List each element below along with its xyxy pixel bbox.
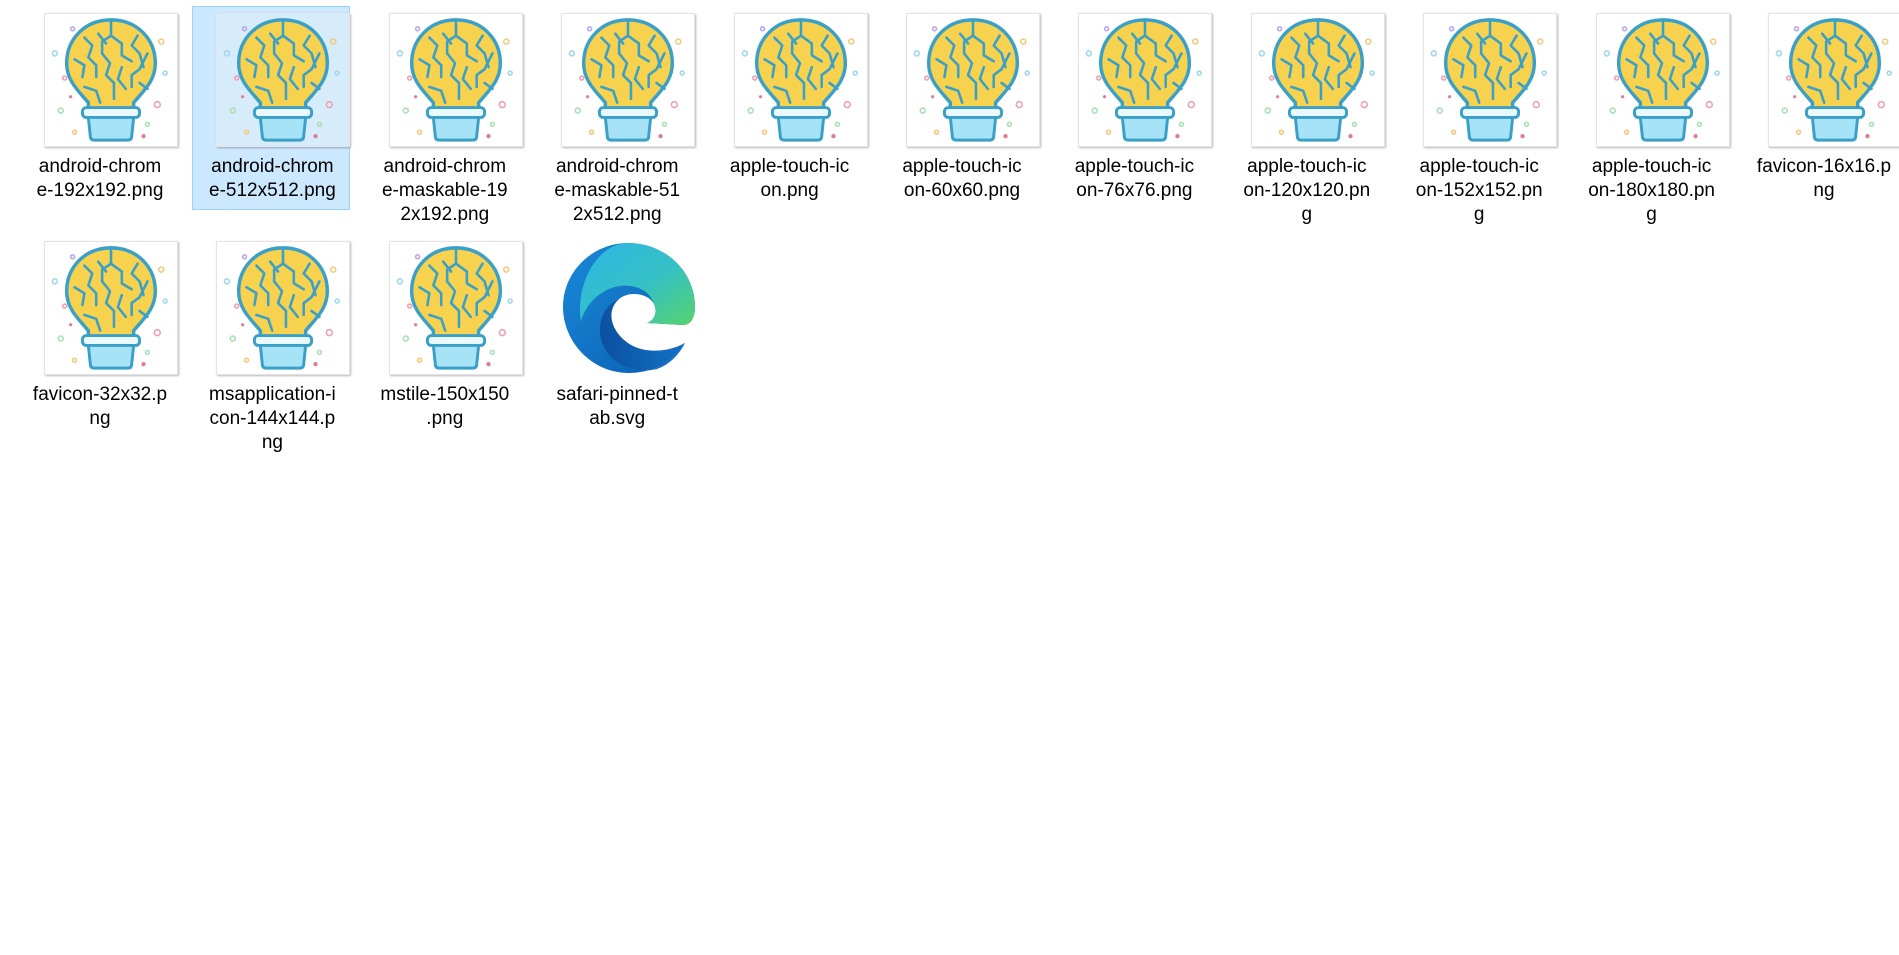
- file-name-label: apple-touch-ic on-120x120.pn g: [1243, 156, 1371, 225]
- file-item[interactable]: android-chrom e-maskable-19 2x192.png: [365, 6, 523, 225]
- file-thumbnail: [44, 13, 178, 147]
- brain-lightbulb-icon: [217, 14, 349, 146]
- brain-lightbulb-icon: [1769, 14, 1899, 146]
- file-item[interactable]: apple-touch-ic on-60x60.png: [882, 6, 1040, 212]
- file-item[interactable]: apple-touch-ic on-120x120.pn g: [1227, 6, 1385, 225]
- brain-lightbulb-icon: [907, 14, 1039, 146]
- brain-lightbulb-icon: [1079, 14, 1211, 146]
- file-item[interactable]: favicon-16x16.p ng: [1744, 6, 1899, 212]
- file-item[interactable]: mstile-150x150 .png: [365, 234, 523, 460]
- brain-lightbulb-icon: [735, 14, 867, 146]
- file-thumbnail: [1768, 13, 1899, 147]
- file-item[interactable]: apple-touch-ic on-152x152.pn g: [1399, 6, 1558, 225]
- file-item[interactable]: android-chrom e-512x512.png: [192, 6, 351, 210]
- brain-lightbulb-icon: [1424, 14, 1556, 146]
- file-name-label: android-chrom e-192x192.png: [36, 156, 164, 201]
- file-name-label: mstile-150x150 .png: [380, 384, 510, 429]
- brain-lightbulb-icon: [217, 242, 349, 374]
- file-thumbnail: [1595, 13, 1730, 147]
- brain-lightbulb-icon: [1252, 14, 1384, 146]
- file-item[interactable]: apple-touch-ic on-76x76.png: [1054, 6, 1213, 212]
- file-name-label: android-chrom e-maskable-19 2x192.png: [381, 156, 508, 225]
- brain-lightbulb-icon: [45, 242, 177, 374]
- file-name-label: apple-touch-ic on-76x76.png: [1074, 156, 1195, 201]
- file-thumbnail: [1423, 13, 1558, 147]
- brain-lightbulb-icon: [390, 14, 522, 146]
- file-thumbnail: [733, 13, 868, 147]
- file-name-label: apple-touch-ic on-180x180.pn g: [1588, 156, 1715, 225]
- edge-browser-icon: [561, 241, 696, 375]
- brain-lightbulb-icon: [1597, 14, 1729, 146]
- file-name-label: safari-pinned-t ab.svg: [556, 384, 678, 429]
- file-name-label: android-chrom e-512x512.png: [209, 156, 336, 201]
- file-icon-view: android-chrom e-192x192.png android-chro…: [0, 0, 1899, 955]
- file-thumbnail: [906, 13, 1040, 147]
- edge-browser-icon: [561, 241, 696, 375]
- file-name-label: apple-touch-ic on-152x152.pn g: [1415, 156, 1543, 225]
- file-item[interactable]: safari-pinned-t ab.svg: [537, 234, 696, 460]
- file-item[interactable]: apple-touch-ic on-180x180.pn g: [1572, 6, 1730, 225]
- file-thumbnail: [561, 13, 696, 147]
- file-name-label: msapplication-i con-144x144.p ng: [209, 384, 336, 453]
- brain-lightbulb-icon: [390, 242, 522, 374]
- file-thumbnail: [1250, 13, 1385, 147]
- file-item[interactable]: favicon-32x32.p ng: [20, 234, 178, 460]
- file-thumbnail: [388, 13, 523, 147]
- brain-lightbulb-icon: [562, 14, 694, 146]
- file-name-label: favicon-32x32.p ng: [32, 384, 168, 429]
- file-thumbnail: [216, 241, 351, 375]
- file-name-label: apple-touch-ic on-60x60.png: [902, 156, 1022, 201]
- file-thumbnail: [44, 241, 178, 375]
- file-name-label: apple-touch-ic on.png: [729, 156, 850, 201]
- file-item[interactable]: apple-touch-ic on.png: [710, 6, 868, 212]
- brain-lightbulb-icon: [45, 14, 177, 146]
- file-name-label: favicon-16x16.p ng: [1756, 156, 1892, 201]
- file-thumbnail: [388, 241, 523, 375]
- file-item[interactable]: msapplication-i con-144x144.p ng: [192, 234, 351, 460]
- file-thumbnail: [216, 13, 351, 147]
- file-thumbnail: [1078, 13, 1213, 147]
- file-item[interactable]: android-chrom e-maskable-51 2x512.png: [537, 6, 696, 225]
- file-name-label: android-chrom e-maskable-51 2x512.png: [554, 156, 681, 225]
- file-item[interactable]: android-chrom e-192x192.png: [20, 6, 178, 212]
